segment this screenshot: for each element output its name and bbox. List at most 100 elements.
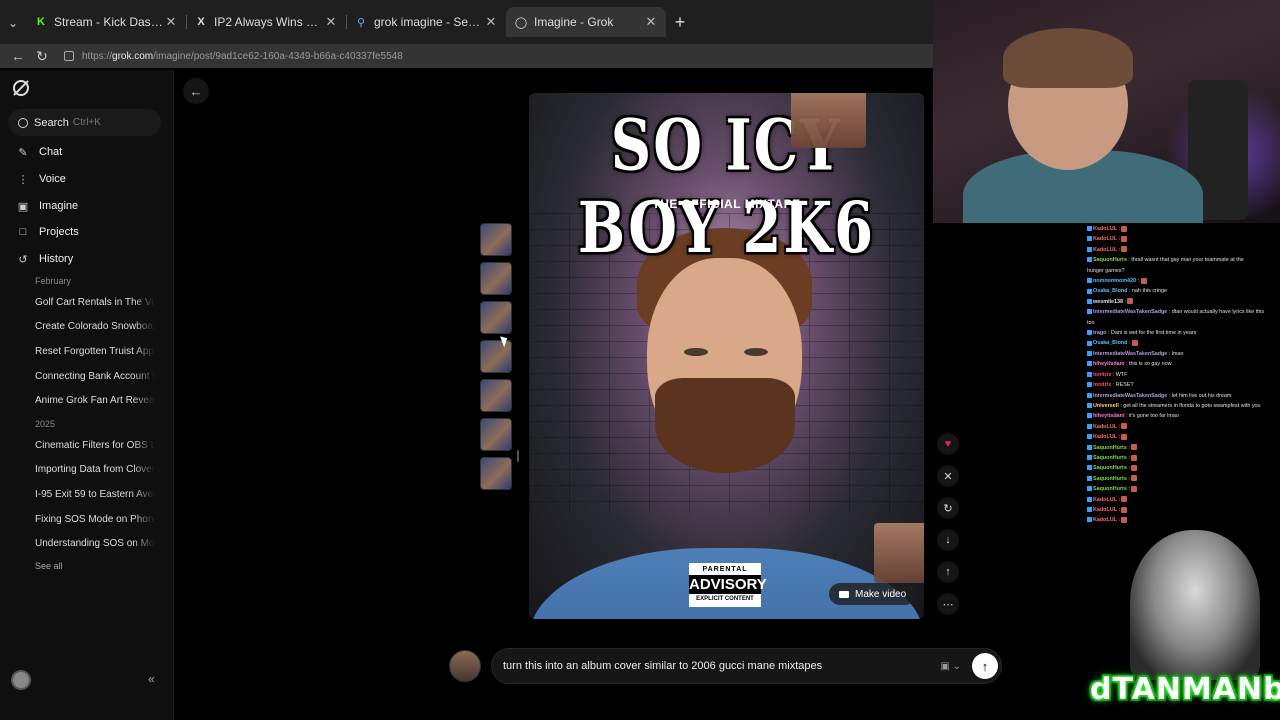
thumbnail[interactable]: [480, 457, 512, 490]
chat-emote-icon: [1121, 496, 1128, 503]
chat-badge-icon: [1087, 246, 1092, 252]
tab-title: grok imagine - Search: [374, 15, 484, 29]
history-item[interactable]: Anime Grok Fan Art Reveal: [35, 395, 155, 406]
site-info-icon[interactable]: [64, 51, 74, 61]
parental-advisory-label: PARENTAL ADVISORY EXPLICIT CONTENT: [689, 563, 767, 607]
chat-message: SaquonHurts :: [1087, 484, 1280, 494]
history-item[interactable]: Cinematic Filters for OBS Li: [35, 440, 155, 451]
chat-username: SaquonHurts: [1093, 454, 1127, 461]
close-tab-icon[interactable]: ✕: [484, 14, 498, 30]
upload-icon[interactable]: ↑: [937, 561, 959, 583]
sidebar-item-history[interactable]: ↺ History: [17, 253, 73, 266]
x-share-icon[interactable]: ✕: [937, 465, 959, 487]
thumbnail[interactable]: [480, 301, 512, 334]
send-button[interactable]: ↑: [972, 653, 998, 679]
thumbnail[interactable]: [480, 223, 512, 256]
stream-emote-overlay: [874, 523, 924, 583]
heart-icon[interactable]: ♥: [937, 433, 959, 455]
close-tab-icon[interactable]: ✕: [644, 14, 658, 30]
chat-username: trago: [1093, 330, 1107, 337]
grok-icon: ◯: [514, 16, 528, 29]
tab-kick-dashboard[interactable]: K Stream - Kick Dashboard ✕: [26, 7, 186, 37]
chat-message: Universell : get all the streamers in fl…: [1087, 401, 1280, 411]
thumbnail[interactable]: [480, 418, 512, 451]
chat-message: hunger games?: [1087, 266, 1280, 276]
chat-emote-icon: [1121, 235, 1128, 242]
arrow-left-icon: ←: [189, 83, 203, 99]
new-tab-button[interactable]: +: [666, 7, 694, 37]
tab-search-menu-icon[interactable]: ⌄: [0, 8, 26, 38]
sidebar-item-voice[interactable]: ⋮ Voice: [17, 173, 66, 186]
prompt-input[interactable]: turn this into an album cover similar to…: [491, 648, 1002, 684]
chat-badge-icon: [1087, 257, 1092, 263]
tab-imagine-grok[interactable]: ◯ Imagine - Grok ✕: [506, 7, 666, 37]
chat-username: KadoLUL: [1093, 226, 1117, 232]
chat-username: tonitrix: [1093, 371, 1112, 378]
generated-album-cover[interactable]: SO ICY BOY 2K6 THE OFFICIAL MIXTAPE PARE…: [529, 93, 924, 619]
history-item[interactable]: I-95 Exit 59 to Eastern Aven: [35, 489, 155, 500]
chat-message: KadoLUL :: [1087, 422, 1280, 432]
history-item[interactable]: Connecting Bank Account to: [35, 371, 155, 382]
image-options-icon[interactable]: ▣ ⌄: [940, 661, 961, 672]
more-icon[interactable]: ⋯: [937, 593, 959, 615]
close-tab-icon[interactable]: ✕: [164, 14, 178, 30]
chat-badge-icon: [1087, 309, 1092, 315]
chat-message: Osaka_Blond :: [1087, 338, 1280, 348]
chat-username: Osaka_Blond: [1093, 340, 1128, 347]
search-label: Search: [34, 116, 69, 129]
chat-username: SaquonHurts: [1093, 465, 1127, 472]
chat-username: IntermediateWasTakenSadge: [1093, 350, 1168, 357]
history-item[interactable]: Importing Data from Clover: [35, 464, 155, 475]
streamer-webcam: [933, 0, 1280, 223]
chat-text: RESET: [1115, 382, 1134, 389]
url-field[interactable]: https://grok.com/imagine/post/9ad1ce62-1…: [64, 51, 403, 62]
make-video-button[interactable]: Make video: [829, 583, 917, 605]
chat-badge-icon: [1087, 392, 1092, 398]
collapse-sidebar-icon[interactable]: «: [148, 672, 155, 686]
history-item[interactable]: Golf Cart Rentals in The Villa: [35, 297, 155, 308]
history-item[interactable]: Create Colorado Snowboard: [35, 321, 155, 332]
chat-badge-icon: [1087, 361, 1092, 367]
history-item[interactable]: Understanding SOS on Mob: [35, 538, 155, 549]
chat-text: this is so gay now: [1128, 361, 1172, 368]
thumbnail[interactable]: [480, 379, 512, 412]
search-button[interactable]: Search Ctrl+K: [8, 109, 161, 136]
history-item[interactable]: Fixing SOS Mode on Phone: [35, 514, 155, 525]
sidebar-item-projects[interactable]: □ Projects: [17, 226, 79, 238]
refresh-icon[interactable]: ↻: [937, 497, 959, 519]
sidebar-item-imagine[interactable]: ▣ Imagine: [17, 200, 79, 213]
chat-badge-icon: [1087, 226, 1092, 232]
history-item[interactable]: Reset Forgotten Truist App: [35, 346, 155, 357]
see-all-link[interactable]: See all: [35, 561, 63, 571]
grok-sidebar: Search Ctrl+K ✎ Chat ⋮ Voice ▣ Imagine □…: [0, 70, 174, 720]
download-icon[interactable]: ↓: [937, 529, 959, 551]
grok-logo-icon[interactable]: [13, 80, 29, 96]
url-prefix: https://: [82, 50, 113, 62]
back-button[interactable]: ←: [183, 78, 209, 104]
streamer-name: dTANMANb: [1090, 672, 1280, 707]
prompt-source-thumbnail[interactable]: [449, 650, 481, 682]
make-video-label: Make video: [855, 588, 907, 600]
tab-grok-search[interactable]: ⚲ grok imagine - Search ✕: [346, 7, 506, 37]
thumbnail[interactable]: [480, 262, 512, 295]
chat-badge-icon: [1087, 496, 1092, 502]
chat-text: it's gone too far lmao: [1128, 413, 1179, 420]
chat-badge-icon: [1087, 465, 1092, 471]
chat-text: hunger games?: [1087, 267, 1125, 274]
close-tab-icon[interactable]: ✕: [324, 14, 338, 30]
sidebar-item-chat[interactable]: ✎ Chat: [17, 146, 62, 159]
sidebar-item-label: Imagine: [39, 200, 79, 212]
chat-message: Osaka_Blond : nah this cringe: [1087, 286, 1280, 296]
chat-badge-icon: [1087, 455, 1092, 461]
chat-badge-icon: [1087, 382, 1092, 388]
chat-badge-icon: [1087, 402, 1092, 408]
tab-x-post[interactable]: X IP2 Always Wins on X: "MercOffDa ✕: [186, 7, 346, 37]
chat-text: get all the streamers in florida to goto…: [1123, 402, 1261, 409]
user-avatar[interactable]: [11, 670, 31, 690]
thumbnail-scrollbar[interactable]: [517, 450, 519, 462]
reload-icon[interactable]: ↻: [30, 48, 54, 65]
chat-message: SaquonHurts :: [1087, 463, 1280, 473]
back-arrow-icon[interactable]: ←: [6, 48, 30, 64]
chat-message: tonitrix : WTF: [1087, 370, 1280, 380]
chat-emote-icon: [1121, 433, 1128, 440]
